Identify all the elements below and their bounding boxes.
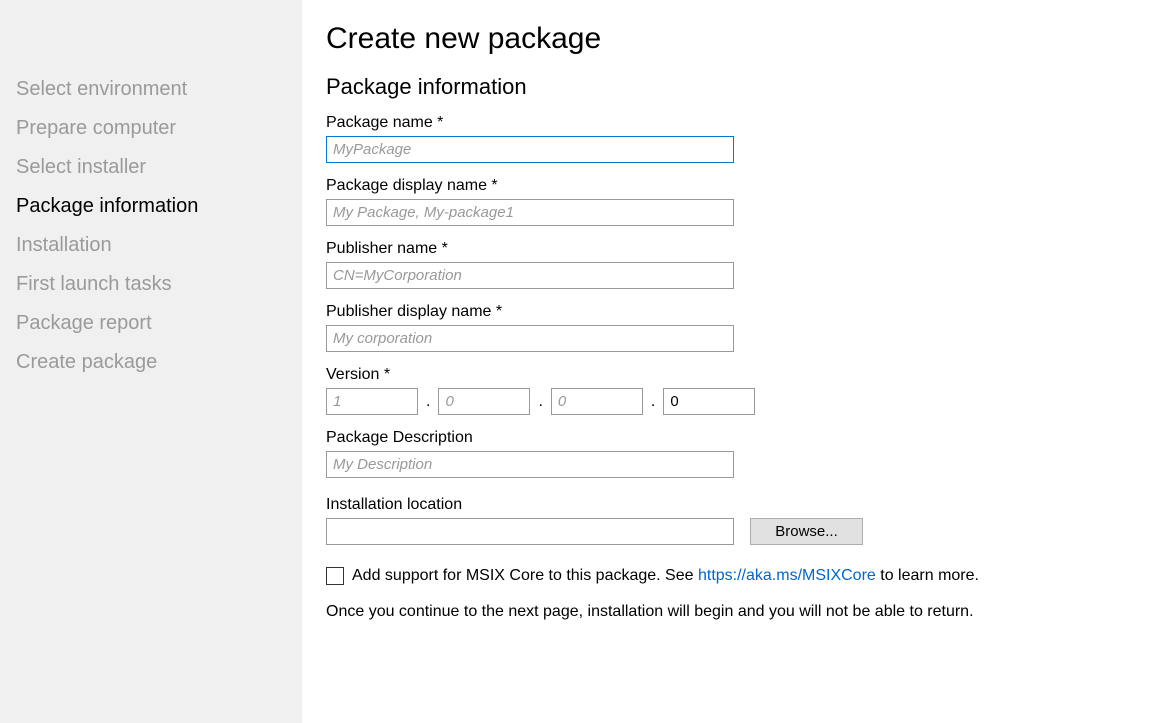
display-name-label: Package display name *	[326, 177, 1140, 195]
msix-core-link[interactable]: https://aka.ms/MSIXCore	[698, 567, 876, 584]
package-name-input[interactable]	[326, 136, 734, 163]
version-sep: .	[643, 393, 663, 411]
sidebar-item-create-package[interactable]: Create package	[16, 343, 302, 382]
msix-core-checkbox[interactable]	[326, 567, 344, 585]
version-sep: .	[418, 393, 438, 411]
install-location-input[interactable]	[326, 518, 734, 545]
sidebar-item-select-environment[interactable]: Select environment	[16, 70, 302, 109]
install-location-label: Installation location	[326, 496, 1140, 514]
browse-button[interactable]: Browse...	[750, 518, 863, 545]
package-name-label: Package name *	[326, 114, 1140, 132]
sidebar-item-installation[interactable]: Installation	[16, 226, 302, 265]
sidebar-item-package-information[interactable]: Package information	[16, 187, 302, 226]
publisher-name-label: Publisher name *	[326, 240, 1140, 258]
sidebar-item-select-installer[interactable]: Select installer	[16, 148, 302, 187]
wizard-sidebar: Select environment Prepare computer Sele…	[0, 0, 302, 723]
version-revision-input[interactable]	[663, 388, 755, 415]
section-title: Package information	[326, 74, 1140, 100]
continue-warning: Once you continue to the next page, inst…	[326, 603, 1140, 621]
publisher-name-input[interactable]	[326, 262, 734, 289]
sidebar-item-first-launch-tasks[interactable]: First launch tasks	[16, 265, 302, 304]
main-content: Create new package Package information P…	[302, 0, 1164, 723]
sidebar-item-prepare-computer[interactable]: Prepare computer	[16, 109, 302, 148]
msix-core-text: Add support for MSIX Core to this packag…	[352, 567, 979, 585]
version-major-input[interactable]	[326, 388, 418, 415]
page-title: Create new package	[326, 22, 1140, 56]
publisher-display-input[interactable]	[326, 325, 734, 352]
display-name-input[interactable]	[326, 199, 734, 226]
description-label: Package Description	[326, 429, 1140, 447]
description-input[interactable]	[326, 451, 734, 478]
version-sep: .	[530, 393, 550, 411]
version-minor-input[interactable]	[438, 388, 530, 415]
publisher-display-label: Publisher display name *	[326, 303, 1140, 321]
version-build-input[interactable]	[551, 388, 643, 415]
version-label: Version *	[326, 366, 1140, 384]
sidebar-item-package-report[interactable]: Package report	[16, 304, 302, 343]
